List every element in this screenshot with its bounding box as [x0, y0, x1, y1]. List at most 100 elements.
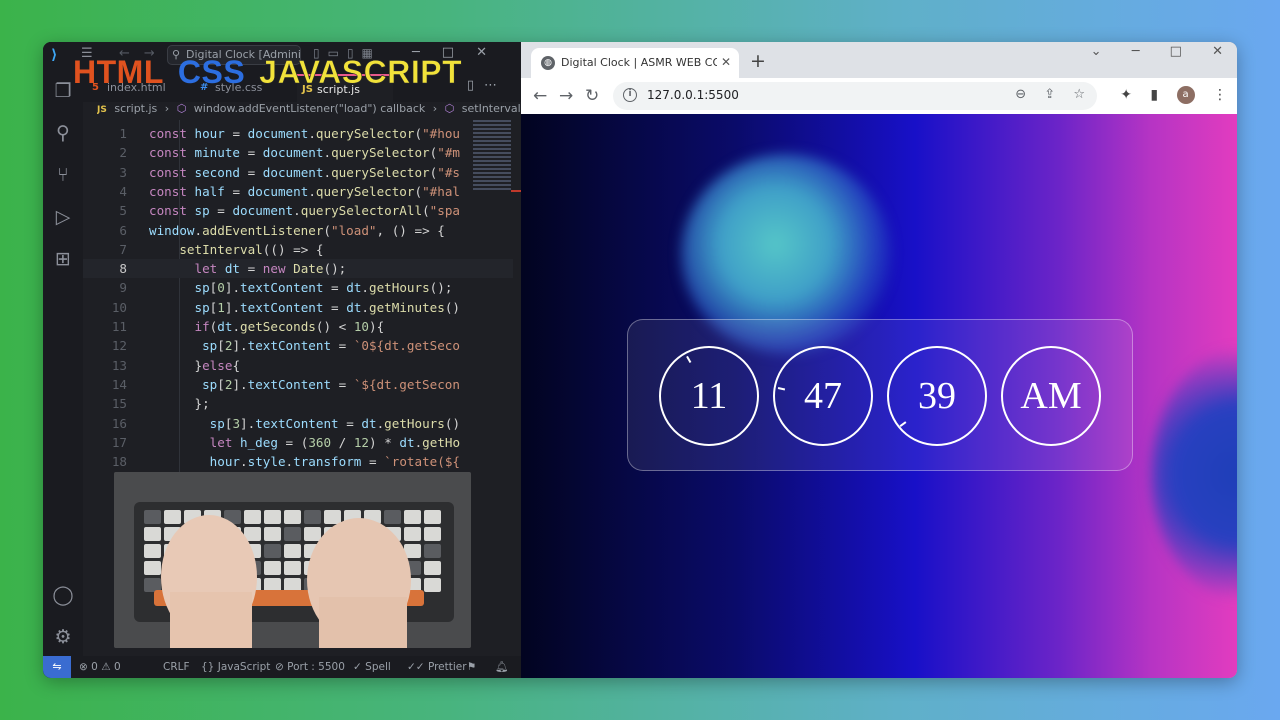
close-window-icon[interactable]: ✕	[1212, 44, 1223, 59]
code-line[interactable]: 9 sp[0].textContent = dt.getHours();	[83, 278, 513, 297]
remote-icon[interactable]: ⇋	[43, 656, 71, 678]
bookmark-star-icon[interactable]: ☆	[1073, 87, 1085, 102]
breadcrumb-item[interactable]: setInterval() callback	[462, 102, 521, 115]
problems-indicator[interactable]: ⊗ 0 ⚠ 0	[79, 656, 121, 678]
site-info-icon[interactable]: i	[623, 88, 637, 102]
url-text[interactable]: 127.0.0.1:5500	[647, 88, 739, 102]
forward-icon[interactable]: →	[559, 86, 573, 106]
code-line[interactable]: 12 sp[2].textContent = `0${dt.getSeco	[83, 336, 513, 355]
code-line[interactable]: 2 const minute = document.querySelector("…	[83, 143, 513, 162]
settings-gear-icon[interactable]: ⚙	[52, 626, 74, 648]
explorer-icon[interactable]: ❐	[52, 80, 74, 102]
extensions-icon[interactable]: ⊞	[52, 248, 74, 270]
close-tab-icon[interactable]: ✕	[721, 55, 731, 69]
side-panel-icon[interactable]: ▮	[1150, 87, 1158, 103]
code-line[interactable]: 11 if(dt.getSeconds() < 10){	[83, 317, 513, 336]
line-number: 7	[119, 241, 127, 257]
code-text: const minute = document.querySelector("#…	[149, 145, 460, 161]
feedback-icon[interactable]: ⚑	[467, 656, 476, 678]
second-value: 39	[918, 375, 956, 417]
avatar[interactable]: a	[1176, 86, 1195, 104]
code-line[interactable]: 3 const second = document.querySelector("…	[83, 163, 513, 182]
keycap	[384, 510, 401, 524]
line-number: 10	[111, 299, 127, 315]
line-number: 12	[111, 338, 127, 354]
chrome-window-controls: ⌄ ─ □ ✕	[1065, 44, 1223, 59]
code-line[interactable]: 7 setInterval(() => {	[83, 240, 513, 259]
block-icon: ⊘	[275, 661, 284, 673]
split-editor-more-icon[interactable]: ▯⋯	[467, 78, 507, 93]
code-line[interactable]: 10 sp[1].textContent = dt.getMinutes()	[83, 298, 513, 317]
code-line[interactable]: 18 hour.style.transform = `rotate(${	[83, 452, 513, 471]
chevron-right-icon: ›	[432, 102, 438, 115]
live-server-port[interactable]: ⊘ Port : 5500	[275, 656, 345, 678]
hour-dial: 11	[659, 346, 759, 446]
screen-frame: ⟩ ☰ ←→ ⚲ Digital Clock [Administ... ▯▭▯▦…	[43, 42, 1237, 678]
code-line[interactable]: 15 };	[83, 394, 513, 413]
keycap	[264, 578, 281, 592]
tab-search-icon[interactable]: ⌄	[1091, 44, 1102, 59]
line-number: 8	[119, 261, 127, 277]
code-line[interactable]: 5 const sp = document.querySelectorAll("s…	[83, 201, 513, 220]
code-line[interactable]: 17 let h_deg = (360 / 12) * dt.getHo	[83, 433, 513, 452]
keycap	[404, 527, 421, 541]
overlay-title: HTML CSS JAVASCRIPT	[73, 54, 462, 91]
ampm-value: AM	[1020, 375, 1082, 417]
minimap[interactable]	[473, 120, 511, 190]
code-text: if(dt.getSeconds() < 10){	[194, 319, 385, 334]
line-number: 16	[111, 415, 127, 431]
keycap	[264, 510, 281, 524]
extensions-puzzle-icon[interactable]: ✦	[1120, 87, 1132, 103]
run-debug-icon[interactable]: ▷	[52, 206, 74, 228]
code-line[interactable]: 4 const half = document.querySelector("#h…	[83, 182, 513, 201]
reload-icon[interactable]: ↻	[585, 86, 599, 106]
language-label: JavaScript	[217, 661, 271, 673]
minute-value: 47	[804, 375, 842, 417]
scrollbar-marker	[511, 190, 521, 192]
spell-check[interactable]: ✓ Spell	[353, 656, 391, 678]
code-text: sp[2].textContent = `0${dt.getSeco	[202, 338, 460, 354]
code-text: const second = document.querySelector("#…	[149, 164, 460, 180]
code-line[interactable]: 8 let dt = new Date();	[83, 259, 513, 279]
account-icon[interactable]: ◯	[52, 584, 74, 606]
keycap	[164, 510, 181, 524]
browser-tab[interactable]: ◍ Digital Clock | ASMR WEB CODIN ✕	[531, 48, 739, 78]
source-control-icon[interactable]: ⑂	[52, 164, 74, 186]
eol-indicator[interactable]: CRLF	[163, 656, 190, 678]
port-label: Port : 5500	[287, 661, 345, 673]
new-tab-button[interactable]: +	[750, 50, 766, 72]
line-number: 4	[119, 183, 127, 199]
breadcrumb-item[interactable]: window.addEventListener("load") callback	[194, 102, 425, 115]
keycap	[424, 561, 441, 575]
prettier-status[interactable]: ✓✓ Prettier	[407, 656, 467, 678]
code-text: const half = document.querySelector("#ha…	[149, 183, 460, 199]
breadcrumb-item[interactable]: script.js	[114, 102, 157, 115]
minimize-icon[interactable]: ─	[1132, 44, 1140, 59]
vscode-window: ⟩ ☰ ←→ ⚲ Digital Clock [Administ... ▯▭▯▦…	[43, 42, 521, 678]
keycap	[304, 527, 321, 541]
overlay-css-label: CSS	[177, 54, 246, 90]
keyboard-hands-image	[114, 472, 471, 648]
address-bar[interactable]: i 127.0.0.1:5500 ⊖ ⇪ ☆	[613, 82, 1097, 110]
notifications-bell-icon[interactable]: 🔔︎	[495, 656, 508, 678]
overlay-html-label: HTML	[73, 54, 164, 90]
share-icon[interactable]: ⇪	[1044, 87, 1055, 102]
code-line[interactable]: 13 }else{	[83, 356, 513, 375]
code-text: let h_deg = (360 / 12) * dt.getHo	[209, 434, 461, 450]
keycap	[284, 561, 301, 575]
code-text: sp[0].textContent = dt.getHours();	[194, 280, 453, 296]
zoom-icon[interactable]: ⊖	[1015, 87, 1026, 102]
code-line[interactable]: 14 sp[2].textContent = `${dt.getSecon	[83, 375, 513, 394]
code-line[interactable]: 1 const hour = document.querySelector("#h…	[83, 124, 513, 143]
code-line[interactable]: 6 window.addEventListener("load", () => {	[83, 221, 513, 240]
maximize-icon[interactable]: □	[1170, 44, 1182, 59]
back-icon[interactable]: ←	[533, 86, 547, 106]
keycap	[144, 527, 161, 541]
line-number: 6	[119, 222, 127, 238]
code-line[interactable]: 16 sp[3].textContent = dt.getHours()	[83, 414, 513, 433]
keycap	[284, 527, 301, 541]
language-indicator[interactable]: {} JavaScript	[201, 656, 270, 678]
search-icon[interactable]: ⚲	[52, 122, 74, 144]
more-menu-icon[interactable]: ⋮	[1213, 87, 1227, 103]
line-number: 18	[111, 454, 127, 470]
